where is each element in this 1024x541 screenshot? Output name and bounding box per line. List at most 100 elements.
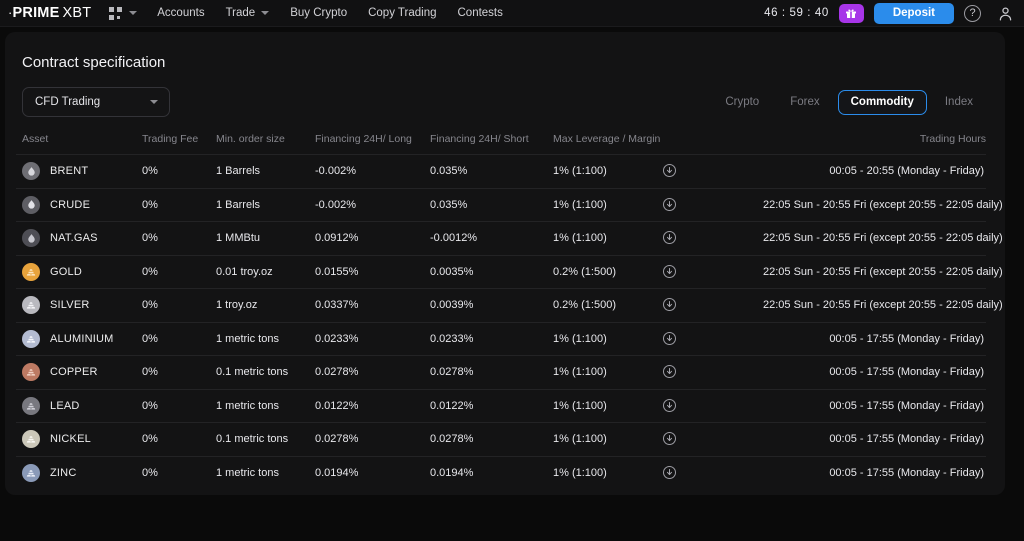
primexbt-logo[interactable]: · PRIME XBT — [8, 5, 91, 21]
cell-financing-short: 0.0122% — [430, 388, 553, 423]
gift-button[interactable] — [838, 3, 864, 23]
cell-financing-long: 0.0912% — [315, 221, 430, 255]
cell-trading-hours: 00:05 - 17:55 (Monday - Friday) — [763, 455, 986, 490]
cell-info — [663, 321, 763, 356]
chevron-down-icon — [261, 11, 270, 15]
cell-asset: NAT.GAS — [16, 221, 142, 255]
cell-asset: BRENT — [16, 154, 142, 188]
column-header-max-leverage: Max Leverage / Margin — [553, 133, 661, 145]
cell-min-order-size: 1 Barrels — [216, 187, 315, 222]
info-download-icon[interactable] — [663, 164, 676, 178]
cell-trading-hours: 22:05 Sun - 20:55 Fri (except 20:55 - 22… — [763, 288, 1003, 322]
table-row[interactable]: GOLD 0% 0.01 troy.oz 0.0155% 0.0035% 0.2% (1:… — [16, 254, 1003, 289]
nav-item-buy-crypto[interactable]: Buy Crypto — [290, 7, 347, 19]
tab-crypto[interactable]: Crypto — [712, 90, 772, 115]
cell-financing-short: 0.035% — [430, 187, 553, 222]
promo-countdown-timer: 46 : 59 : 40 — [764, 7, 829, 19]
account-type-select[interactable]: CFD Trading — [22, 87, 170, 117]
info-download-icon[interactable] — [663, 365, 676, 379]
help-button[interactable]: ? — [964, 4, 981, 22]
nav-item-copy-trading[interactable]: Copy Trading — [368, 7, 436, 19]
table-row[interactable]: BRENT 0% 1 Barrels -0.002% 0.035% 1% (1:100) 0… — [16, 154, 986, 188]
table-row[interactable]: ALUMINIUM 0% 1 metric tons 0.0233% 0.0233% 1%… — [16, 321, 986, 356]
nav-item-contests[interactable]: Contests — [458, 7, 503, 19]
chevron-down-icon — [129, 11, 138, 15]
cell-max-leverage: 1% (1:100) — [553, 221, 663, 255]
logo-prime: PRIME — [12, 5, 60, 21]
tab-forex[interactable]: Forex — [777, 90, 832, 115]
nav-item-accounts[interactable]: Accounts — [157, 7, 204, 19]
column-header-min-order-size: Min. order size — [216, 133, 285, 145]
cell-min-order-size: 0.1 metric tons — [216, 422, 315, 456]
cell-info — [663, 154, 763, 188]
cell-max-leverage: 1% (1:100) — [553, 455, 663, 490]
asset-name: NICKEL — [50, 433, 91, 446]
asset-name: BRENT — [50, 165, 89, 178]
info-download-icon[interactable] — [663, 197, 676, 211]
table-row[interactable]: CRUDE 0% 1 Barrels -0.002% 0.035% 1% (1:100) 2… — [16, 187, 1003, 222]
cell-max-leverage: 1% (1:100) — [553, 187, 663, 222]
page-title: Contract specification — [22, 54, 166, 71]
table-row[interactable]: NAT.GAS 0% 1 MMBtu 0.0912% -0.0012% 1% (1:100… — [16, 221, 1003, 255]
cell-financing-long: 0.0278% — [315, 355, 430, 389]
cell-financing-long: 0.0233% — [315, 321, 430, 356]
cell-trading-fee: 0% — [142, 422, 216, 456]
cell-min-order-size: 1 MMBtu — [216, 221, 315, 255]
nav-item-trade[interactable]: Trade — [226, 7, 270, 19]
table-row[interactable]: SILVER 0% 1 troy.oz 0.0337% 0.0039% 0.2% (1:5… — [16, 288, 1003, 322]
cell-info — [663, 355, 763, 389]
nav-item-label: Accounts — [157, 7, 205, 19]
top-navbar: · PRIME XBT Accounts Trade Buy Crypto Copy… — [0, 0, 1024, 27]
info-download-icon[interactable] — [663, 298, 676, 312]
cell-financing-long: 0.0278% — [315, 422, 430, 456]
cell-asset: LEAD — [16, 388, 142, 423]
contract-specification-table: Asset Trading Fee Min. order size Financ… — [16, 133, 1003, 490]
oil-drop-icon — [22, 162, 40, 181]
cell-info — [663, 388, 763, 423]
cell-financing-short: -0.0012% — [430, 221, 553, 255]
cell-min-order-size: 1 Barrels — [216, 154, 315, 188]
info-download-icon[interactable] — [663, 231, 676, 245]
cell-info — [663, 187, 763, 222]
table-row[interactable]: NICKEL 0% 0.1 metric tons 0.0278% 0.0278% 1% … — [16, 422, 986, 456]
cell-financing-short: 0.0194% — [430, 455, 553, 490]
cell-trading-hours: 22:05 Sun - 20:55 Fri (except 20:55 - 22… — [763, 254, 1003, 289]
info-download-icon[interactable] — [663, 264, 676, 278]
cell-trading-hours: 00:05 - 17:55 (Monday - Friday) — [763, 388, 986, 423]
cell-asset: ALUMINIUM — [16, 321, 142, 356]
info-download-icon[interactable] — [663, 466, 676, 479]
info-download-icon[interactable] — [663, 432, 676, 446]
page-body: Contract specification CFD Trading Crypt… — [0, 32, 1024, 495]
table-row[interactable]: LEAD 0% 1 metric tons 0.0122% 0.0122% 1% (1:1… — [16, 388, 986, 423]
oil-drop-icon — [22, 195, 40, 214]
nav-item-label: Copy Trading — [368, 7, 437, 19]
cell-max-leverage: 0.2% (1:500) — [553, 288, 663, 322]
account-button[interactable] — [997, 5, 1014, 22]
cell-info — [663, 221, 763, 255]
aluminium-bar-icon — [22, 329, 40, 348]
info-download-icon[interactable] — [663, 331, 676, 345]
tab-commodity[interactable]: Commodity — [837, 89, 927, 115]
column-header-info — [663, 133, 763, 155]
info-download-icon[interactable] — [663, 398, 676, 412]
market-category-tabs: Crypto Forex Commodity Index — [712, 89, 986, 115]
cell-trading-hours: 00:05 - 20:55 (Monday - Friday) — [763, 154, 986, 188]
apps-menu-button[interactable] — [107, 5, 139, 22]
cell-trading-fee: 0% — [142, 321, 216, 356]
column-header-financing-long: Financing 24H/ Long — [315, 133, 412, 145]
cell-trading-fee: 0% — [142, 254, 216, 289]
apps-grid-icon — [109, 6, 123, 20]
tab-index[interactable]: Index — [932, 90, 986, 115]
asset-name: ALUMINIUM — [50, 332, 114, 345]
user-avatar-icon — [999, 6, 1012, 21]
cell-asset: NICKEL — [16, 422, 142, 456]
deposit-button[interactable]: Deposit — [873, 2, 954, 24]
asset-name: SILVER — [50, 299, 90, 312]
logo-xbt: XBT — [62, 5, 92, 21]
table-row[interactable]: ZINC 0% 1 metric tons 0.0194% 0.0194% 1% (1:1… — [16, 455, 986, 490]
table-row[interactable]: COPPER 0% 0.1 metric tons 0.0278% 0.0278% 1% … — [16, 355, 986, 389]
toolbar: CFD Trading Crypto Forex Commodity Index — [16, 87, 986, 117]
navbar-right-cluster: 46 : 59 : 40 Deposit ? — [764, 2, 1014, 24]
nickel-bar-icon — [22, 430, 40, 449]
column-header-trading-fee: Trading Fee — [142, 133, 199, 145]
